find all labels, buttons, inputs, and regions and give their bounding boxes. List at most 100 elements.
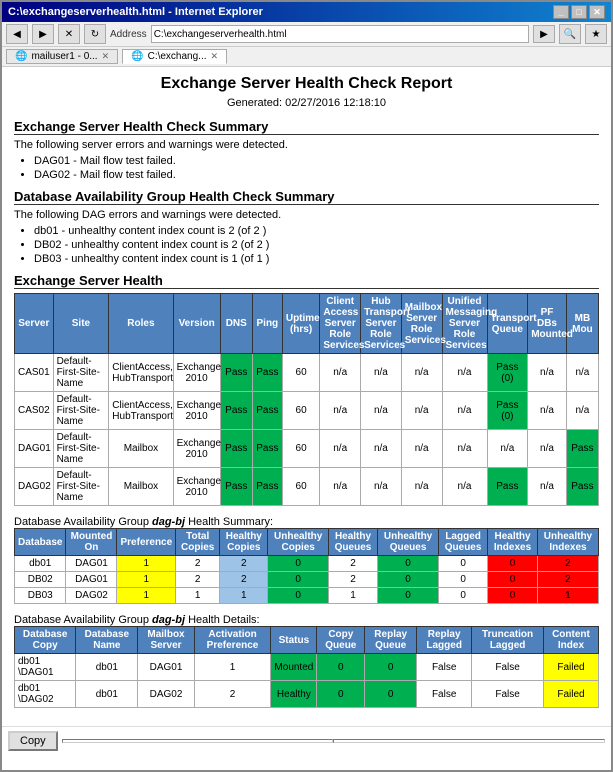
cell-replay-queue: 0 — [365, 654, 417, 681]
cell-healthy-copies: 1 — [220, 588, 268, 604]
cell-version: Exchange 2010 — [173, 430, 220, 468]
cell-pfdb: n/a — [528, 430, 567, 468]
tab-1[interactable]: 🌐 mailuser1 - 0... ✕ — [6, 49, 118, 64]
cell-copy-queue: 0 — [317, 654, 365, 681]
cell-transport: n/a — [487, 430, 528, 468]
th-healthy-queues: Healthy Queues — [328, 529, 377, 556]
cell-unhealthy-copies: 0 — [268, 588, 328, 604]
cell-transport: Pass (0) — [487, 354, 528, 392]
dag-summary-table: Database Mounted On Preference Total Cop… — [14, 528, 599, 604]
cell-uptime: 60 — [282, 392, 320, 430]
tab-2-icon: 🌐 — [131, 51, 143, 62]
cell-db: DB02 — [15, 572, 66, 588]
cell-copy-queue: 0 — [317, 681, 365, 708]
toolbar: ◀ ▶ ✕ ↻ Address ▶ 🔍 ★ — [2, 22, 611, 47]
cell-dns: Pass — [220, 468, 252, 506]
cell-unhealthy-queues: 0 — [378, 556, 439, 572]
th-mailbox: Mailbox Server Role Services — [401, 294, 442, 354]
cell-copy: db01 \DAG02 — [15, 681, 76, 708]
cell-roles: ClientAccess, HubTransport — [109, 354, 173, 392]
cell-uptime: 60 — [282, 354, 320, 392]
cell-healthy-copies: 2 — [220, 556, 268, 572]
dag-detail-name-label: dag-bj — [152, 614, 185, 626]
cell-mailbox: n/a — [401, 468, 442, 506]
cell-pfdb: n/a — [528, 392, 567, 430]
cell-pref: 1 — [117, 588, 176, 604]
tab-2-close[interactable]: ✕ — [211, 51, 219, 62]
dag-detail-table: Database Copy Database Name Mailbox Serv… — [14, 626, 599, 708]
summary-title: Exchange Server Health Check Summary — [14, 119, 599, 135]
th-mb: MB Mou — [566, 294, 598, 354]
refresh-button[interactable]: ↻ — [84, 24, 106, 44]
th-ping: Ping — [252, 294, 282, 354]
cell-ping: Pass — [252, 354, 282, 392]
cell-unhealthy-queues: 0 — [378, 588, 439, 604]
cell-version: Exchange 2010 — [173, 392, 220, 430]
cell-copy: db01 \DAG01 — [15, 654, 76, 681]
generated-date: Generated: 02/27/2016 12:18:10 — [14, 97, 599, 109]
go-button[interactable]: ▶ — [533, 25, 555, 43]
search-button[interactable]: 🔍 — [559, 24, 581, 44]
table-row: CAS02 Default-First-Site-Name ClientAcce… — [15, 392, 599, 430]
favorites-button[interactable]: ★ — [585, 24, 607, 44]
title-bar: C:\exchangeserverhealth.html - Internet … — [2, 2, 611, 22]
cell-cas: n/a — [320, 430, 361, 468]
cell-healthy-copies: 2 — [220, 572, 268, 588]
cell-status: Mounted — [271, 654, 317, 681]
copy-button[interactable]: Copy — [8, 731, 58, 751]
dag-bullet-2: DB02 - unhealthy content index count is … — [34, 239, 599, 251]
forward-button[interactable]: ▶ — [32, 24, 54, 44]
th-replay-lagged: Replay Lagged — [417, 627, 472, 654]
window-title: C:\exchangeserverhealth.html - Internet … — [8, 6, 263, 18]
address-input[interactable] — [151, 25, 529, 43]
cell-pref: 1 — [117, 572, 176, 588]
th-mounted-on: Mounted On — [66, 529, 117, 556]
back-button[interactable]: ◀ — [6, 24, 28, 44]
cell-healthy-queues: 2 — [328, 556, 377, 572]
cell-site: Default-First-Site-Name — [53, 392, 109, 430]
tab-1-icon: 🌐 — [15, 51, 27, 62]
cell-healthy-queues: 2 — [328, 572, 377, 588]
th-healthy-indexes: Healthy Indexes — [488, 529, 538, 556]
th-hub: Hub Transport Server Role Services — [361, 294, 402, 354]
cell-roles: Mailbox — [109, 430, 173, 468]
cell-healthy-indexes: 0 — [488, 556, 538, 572]
stop-button[interactable]: ✕ — [58, 24, 80, 44]
th-transport: Transport Queue — [487, 294, 528, 354]
th-mailbox-server: Mailbox Server — [138, 627, 194, 654]
cell-server: CAS01 — [15, 354, 54, 392]
cell-unhealthy-queues: 0 — [378, 572, 439, 588]
dag-detail-label: Database Availability Group dag-bj Healt… — [14, 614, 599, 626]
table-row: db01 DAG01 1 2 2 0 2 0 0 0 2 — [15, 556, 599, 572]
close-button[interactable]: ✕ — [589, 5, 605, 19]
cell-pfdb: n/a — [528, 354, 567, 392]
th-roles: Roles — [109, 294, 173, 354]
cell-db: DB03 — [15, 588, 66, 604]
cell-pfdb: n/a — [528, 468, 567, 506]
dag-summary-bullets: db01 - unhealthy content index count is … — [34, 225, 599, 265]
cell-mounted: DAG01 — [66, 556, 117, 572]
maximize-button[interactable]: □ — [571, 5, 587, 19]
cell-mailbox-server: DAG02 — [138, 681, 194, 708]
cell-unhealthy-copies: 0 — [268, 556, 328, 572]
cell-um: n/a — [442, 430, 487, 468]
cell-healthy-indexes: 0 — [488, 588, 538, 604]
tab-1-close[interactable]: ✕ — [102, 51, 110, 62]
th-cas: Client Access Server Role Services — [320, 294, 361, 354]
th-dns: DNS — [220, 294, 252, 354]
table-row: DAG01 Default-First-Site-Name Mailbox Ex… — [15, 430, 599, 468]
cell-server: DAG02 — [15, 468, 54, 506]
status-section-2 — [333, 739, 605, 743]
minimize-button[interactable]: _ — [553, 5, 569, 19]
cell-ping: Pass — [252, 468, 282, 506]
dag-name-label: dag-bj — [152, 516, 185, 528]
cell-healthy-queues: 1 — [328, 588, 377, 604]
summary-bullet-1: DAG01 - Mail flow test failed. — [34, 155, 599, 167]
cell-truncation-lagged: False — [472, 681, 544, 708]
th-healthy-copies: Healthy Copies — [220, 529, 268, 556]
cell-site: Default-First-Site-Name — [53, 430, 109, 468]
dag-health-label: Database Availability Group dag-bj Healt… — [14, 516, 599, 528]
bottom-bar: Copy — [2, 726, 611, 755]
tab-2[interactable]: 🌐 C:\exchang... ✕ — [122, 49, 227, 64]
cell-um: n/a — [442, 392, 487, 430]
